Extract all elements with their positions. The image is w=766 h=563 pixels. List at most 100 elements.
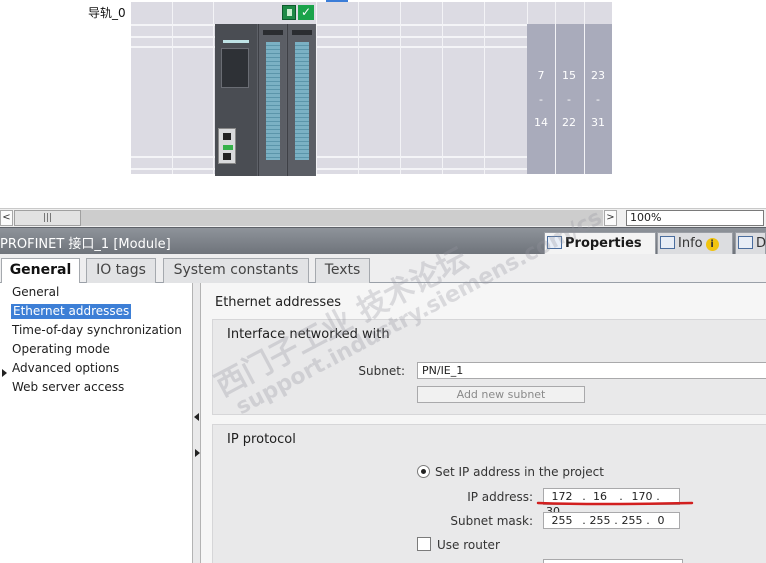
- tab-properties[interactable]: Properties: [544, 232, 656, 255]
- scroll-thumb[interactable]: |||: [14, 210, 81, 226]
- rack-rail[interactable]: 7 - 14 15 - 22 23 - 31: [131, 2, 612, 176]
- ethernet-ports-icon[interactable]: [218, 128, 236, 164]
- tab-info[interactable]: Info i: [657, 232, 733, 255]
- scroll-left-button[interactable]: <: [0, 210, 13, 226]
- slot-range-end: 31: [591, 116, 605, 129]
- set-ip-radio[interactable]: [417, 465, 430, 478]
- nav-item-advanced-options[interactable]: Advanced options: [12, 361, 119, 376]
- inspector-header: PROFINET 接口_1 [Module] Properties Info i …: [0, 227, 766, 255]
- ip-address-label: IP address:: [467, 490, 533, 504]
- slot-range-end: 14: [534, 116, 548, 129]
- tab-diagnostics[interactable]: D: [735, 232, 766, 255]
- set-ip-label: Set IP address in the project: [435, 465, 604, 479]
- subnet-mask-label: Subnet mask:: [450, 514, 533, 528]
- tab-system-constants[interactable]: System constants: [163, 258, 309, 283]
- scroll-right-button[interactable]: >: [604, 210, 617, 226]
- properties-content: Ethernet addresses Interface networked w…: [201, 283, 766, 563]
- cpu-module[interactable]: [215, 24, 316, 176]
- cpu-display: [221, 48, 249, 88]
- slot-divider: [316, 2, 317, 174]
- subnet-label: Subnet:: [358, 364, 405, 378]
- tab-io-tags[interactable]: IO tags: [86, 258, 156, 283]
- section-title: Ethernet addresses: [215, 295, 341, 310]
- rail-stripe: [131, 46, 527, 48]
- tab-texts[interactable]: Texts: [315, 258, 370, 283]
- mask-octet: 0: [657, 514, 665, 527]
- slot-range-sep: -: [567, 92, 571, 106]
- rail-stripe: [131, 36, 527, 38]
- collapse-left-icon[interactable]: [194, 413, 199, 421]
- slot-range-23-31[interactable]: 23 - 31: [584, 64, 612, 135]
- slot-divider: [213, 2, 214, 174]
- expand-right-icon[interactable]: [195, 449, 200, 457]
- ip-protocol-title: IP protocol: [227, 432, 296, 447]
- slot-range-15-22[interactable]: 15 - 22: [555, 64, 583, 135]
- zoom-field[interactable]: 100%: [626, 210, 764, 226]
- rail-label: 导轨_0: [88, 6, 126, 20]
- slot-divider: [400, 2, 401, 174]
- inspector-tabbar: General IO tags System constants Texts: [0, 254, 766, 284]
- io-connector-icon: [263, 30, 283, 35]
- slot-range-start: 23: [591, 69, 605, 82]
- slot-divider: [442, 2, 443, 174]
- subnet-mask-field[interactable]: 255. 255. 255. 0: [543, 512, 680, 529]
- ethernet-port-icon: [223, 153, 231, 160]
- slot-divider: [484, 2, 485, 174]
- diagnostics-icon: [738, 236, 753, 249]
- subnet-dropdown[interactable]: PN/IE_1: [417, 362, 766, 379]
- panel-splitter[interactable]: [192, 283, 201, 563]
- siemens-logo-icon: [223, 40, 249, 43]
- mask-octet: 255: [589, 514, 611, 527]
- tab-info-label: Info: [678, 236, 703, 251]
- io-connector-icon: [292, 30, 312, 35]
- mask-octet: 255: [621, 514, 643, 527]
- nav-item-ethernet-addresses[interactable]: Ethernet addresses: [11, 304, 132, 319]
- slot-range-end: 22: [562, 116, 576, 129]
- io-module[interactable]: [258, 24, 286, 176]
- scroll-track[interactable]: [81, 210, 603, 226]
- nav-item-general[interactable]: General: [12, 285, 59, 300]
- router-address-field[interactable]: [543, 559, 683, 563]
- expand-arrow-icon[interactable]: [2, 369, 7, 377]
- io-module[interactable]: [287, 24, 315, 176]
- status-led-icon: [223, 145, 233, 150]
- nav-item-web-server-access[interactable]: Web server access: [12, 380, 124, 395]
- info-icon: [660, 236, 675, 249]
- slot-divider: [172, 2, 173, 174]
- use-router-checkbox[interactable]: [417, 537, 431, 551]
- rail-stripe: [131, 168, 527, 170]
- tab-general[interactable]: General: [1, 258, 80, 284]
- horizontal-scrollbar[interactable]: < ||| > 100%: [0, 208, 766, 227]
- slot-range-start: 7: [537, 69, 545, 82]
- nav-item-time-of-day[interactable]: Time-of-day synchronization: [12, 323, 182, 338]
- nav-item-operating-mode[interactable]: Operating mode: [12, 342, 110, 357]
- slot-range-start: 15: [562, 69, 576, 82]
- io-terminal-strip: [295, 42, 309, 160]
- mask-octet: 255: [551, 514, 573, 527]
- rail-stripe: [131, 24, 527, 26]
- slot-divider: [358, 2, 359, 174]
- interface-panel: Interface networked with Subnet: PN/IE_1…: [212, 319, 766, 415]
- tab-properties-label: Properties: [565, 236, 642, 251]
- interface-panel-title: Interface networked with: [227, 327, 390, 342]
- properties-icon: [547, 236, 562, 249]
- inspector-title: PROFINET 接口_1 [Module]: [0, 237, 171, 252]
- slot-range-7-14[interactable]: 7 - 14: [527, 64, 555, 135]
- tia-portal-window: 导轨_0 7 - 14 15 - 22 23 - 31 ✓ < ||| > 10…: [0, 0, 766, 563]
- ethernet-port-icon: [223, 133, 231, 140]
- info-badge-icon: i: [705, 238, 719, 251]
- tab-diagnostics-label: D: [756, 236, 766, 251]
- red-underline-annotation: [536, 501, 694, 506]
- cpu-head: [215, 24, 257, 176]
- add-new-subnet-button[interactable]: Add new subnet: [417, 386, 585, 403]
- slot-range-sep: -: [596, 92, 600, 106]
- slot-group-area[interactable]: 7 - 14 15 - 22 23 - 31: [527, 24, 612, 174]
- device-view: 导轨_0 7 - 14 15 - 22 23 - 31 ✓: [0, 0, 766, 208]
- io-terminal-strip: [266, 42, 280, 160]
- slot-range-sep: -: [539, 92, 543, 106]
- rail-stripe: [131, 156, 527, 158]
- checkmark-icon[interactable]: ✓: [298, 5, 314, 20]
- module-status-icon[interactable]: [282, 5, 296, 20]
- use-router-label: Use router: [437, 538, 500, 552]
- ip-protocol-panel: IP protocol Set IP address in the projec…: [212, 424, 766, 563]
